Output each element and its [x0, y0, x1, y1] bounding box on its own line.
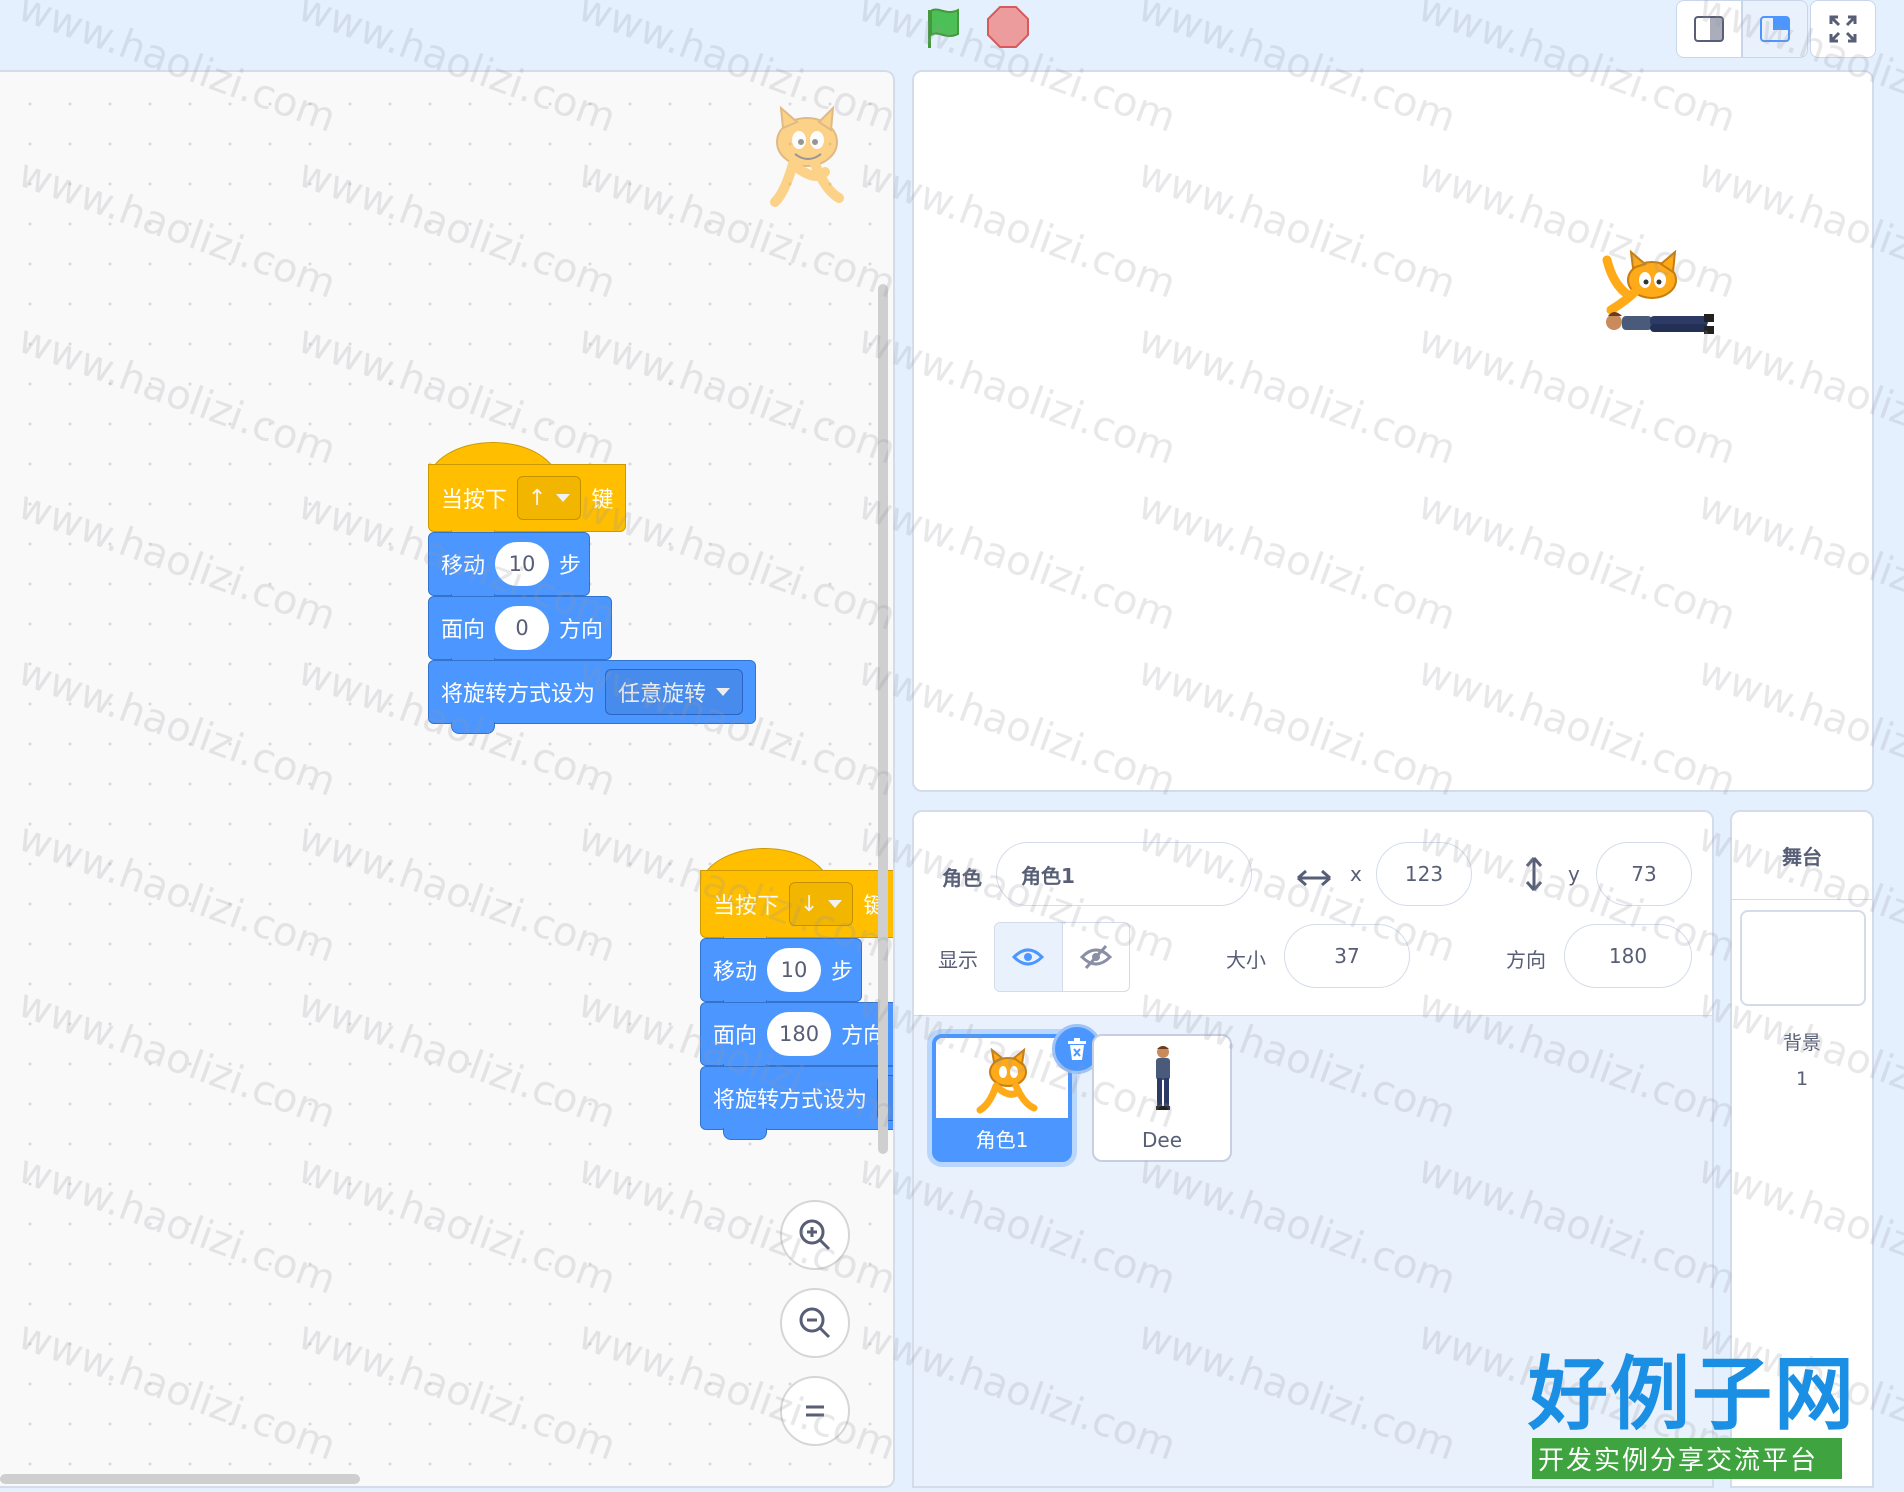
rotation-label: 将旋转方式设为 — [713, 1088, 868, 1113]
sprite-tile-dee[interactable]: Dee — [1092, 1034, 1232, 1162]
x-input[interactable]: 123 — [1376, 842, 1472, 906]
direction-input[interactable]: 180 — [767, 1012, 832, 1056]
sprite-pane: 角色 角色1 x 123 y 73 显示 大小 37 方向 180 角色1 De… — [912, 810, 1714, 1488]
backdrop-count: 1 — [1795, 1068, 1809, 1090]
stage-canvas[interactable] — [912, 70, 1874, 792]
y-input[interactable]: 73 — [1596, 842, 1692, 906]
key-value: ↓ — [800, 891, 819, 917]
stage-title: 舞台 — [1732, 812, 1872, 900]
set-rotation-style-block[interactable]: 将旋转方式设为 任意旋转 — [428, 660, 756, 734]
point-label: 面向 — [713, 1024, 758, 1049]
move-steps-block[interactable]: 移动 10 步 — [700, 938, 862, 1012]
stage-target-pane[interactable]: 舞台 背景 1 — [1730, 810, 1874, 1488]
key-up-script[interactable]: 当按下 ↑ 键 移动 10 步 面向 0 方向 将旋转方式设为 任意旋转 — [428, 442, 756, 734]
dee-sprite-icon[interactable] — [1604, 304, 1724, 344]
when-key-prefix: 当按下 — [441, 488, 508, 513]
x-arrows-icon — [1297, 869, 1331, 887]
key-down-script[interactable]: 当按下 ↓ 键 移动 10 步 面向 180 方向 将旋转方式设为 — [700, 848, 893, 1140]
point-direction-block[interactable]: 面向 180 方向 — [700, 1002, 893, 1076]
show-eye-icon[interactable] — [995, 923, 1062, 991]
hide-eye-icon[interactable] — [1061, 923, 1130, 991]
steps-suffix: 步 — [831, 960, 854, 985]
zoom-reset-icon[interactable] — [780, 1376, 850, 1446]
when-key-pressed-block[interactable]: 当按下 ↑ 键 — [428, 442, 756, 542]
steps-input[interactable]: 10 — [767, 948, 822, 992]
top-bar — [0, 0, 1904, 70]
code-workspace[interactable]: 当按下 ↑ 键 移动 10 步 面向 0 方向 将旋转方式设为 任意旋转 当按下… — [0, 70, 895, 1488]
chevron-down-icon — [556, 494, 571, 502]
y-arrows-icon — [1525, 857, 1543, 891]
sprite-label: 角色 — [942, 866, 982, 890]
horizontal-scrollbar[interactable] — [0, 1474, 360, 1484]
vertical-scrollbar[interactable] — [878, 284, 888, 1154]
chevron-down-icon — [716, 688, 731, 696]
normal-stage-icon[interactable] — [1742, 0, 1808, 58]
size-input[interactable]: 37 — [1284, 924, 1410, 988]
chevron-down-icon — [828, 900, 843, 908]
direction-suffix: 方向 — [559, 618, 604, 643]
set-rotation-style-block[interactable]: 将旋转方式设为 — [700, 1066, 893, 1140]
rotation-style-value: 任意旋转 — [618, 682, 707, 707]
steps-suffix: 步 — [559, 554, 582, 579]
rotation-label: 将旋转方式设为 — [441, 682, 596, 707]
when-key-suffix: 键 — [591, 488, 614, 513]
backdrop-label: 背景 — [1782, 1032, 1821, 1054]
sprite-name-field[interactable]: 角色1 — [996, 842, 1252, 906]
zoom-in-icon[interactable] — [780, 1200, 850, 1270]
visibility-toggle — [994, 922, 1130, 992]
point-direction-block[interactable]: 面向 0 方向 — [428, 596, 612, 670]
steps-input[interactable]: 10 — [495, 542, 550, 586]
move-label: 移动 — [441, 554, 486, 579]
backdrop-thumbnail[interactable] — [1740, 910, 1866, 1006]
size-label: 大小 — [1226, 948, 1266, 972]
key-value: ↑ — [528, 485, 547, 511]
sprite-tile-name: Dee — [1141, 1128, 1182, 1152]
fullscreen-group — [1810, 0, 1876, 60]
sprite-watermark-icon — [770, 105, 844, 207]
key-dropdown[interactable]: ↑ — [517, 476, 582, 520]
point-label: 面向 — [441, 618, 486, 643]
sprite-info: 角色 角色1 x 123 y 73 显示 大小 37 方向 180 — [914, 812, 1712, 1016]
zoom-out-icon[interactable] — [780, 1288, 850, 1358]
direction-label: 方向 — [1506, 948, 1546, 972]
sprite-tile-name: 角色1 — [936, 1118, 1068, 1158]
direction-input[interactable]: 0 — [495, 606, 550, 650]
x-label: x — [1350, 862, 1362, 886]
when-key-pressed-block[interactable]: 当按下 ↓ 键 — [700, 848, 893, 948]
show-label: 显示 — [938, 948, 978, 972]
green-flag-icon[interactable] — [918, 2, 970, 54]
fullscreen-icon[interactable] — [1810, 0, 1876, 58]
dee-thumbnail-icon — [1156, 1046, 1170, 1110]
rotation-style-dropdown[interactable]: 任意旋转 — [605, 669, 744, 715]
key-dropdown[interactable]: ↓ — [789, 882, 854, 926]
move-label: 移动 — [713, 960, 758, 985]
small-stage-icon[interactable] — [1676, 0, 1742, 58]
move-steps-block[interactable]: 移动 10 步 — [428, 532, 590, 606]
cat-thumbnail-icon — [976, 1048, 1038, 1114]
stop-sign-icon[interactable] — [985, 4, 1031, 50]
y-label: y — [1568, 862, 1580, 886]
when-key-prefix: 当按下 — [713, 894, 780, 919]
sprite-tile-cat[interactable]: 角色1 — [932, 1024, 1102, 1162]
stage-size-toggle — [1676, 0, 1808, 60]
direction-field[interactable]: 180 — [1564, 924, 1692, 988]
